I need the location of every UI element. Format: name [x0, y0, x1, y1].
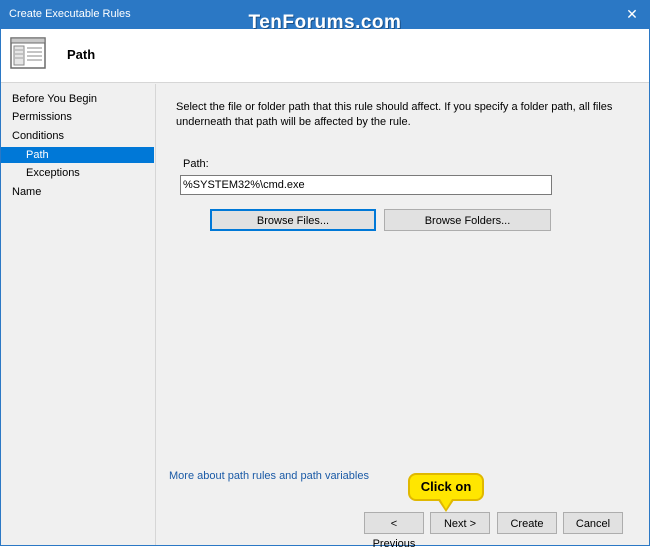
previous-button[interactable]: < Previous — [364, 512, 424, 550]
create-button[interactable]: Create — [497, 512, 557, 534]
browse-folders-button[interactable]: Browse Folders... — [384, 209, 551, 231]
sidebar-item-before-you-begin[interactable]: Before You Begin — [1, 91, 154, 107]
instruction-text: Select the file or folder path that this… — [176, 101, 613, 128]
callout-pointer-fill — [440, 499, 452, 509]
path-label: Path: — [183, 158, 209, 170]
sidebar-item-permissions[interactable]: Permissions — [1, 109, 154, 125]
path-input[interactable] — [180, 175, 552, 195]
cancel-button[interactable]: Cancel — [563, 512, 623, 534]
sidebar-item-exceptions[interactable]: Exceptions — [1, 165, 154, 181]
sidebar-item-name[interactable]: Name — [1, 184, 154, 200]
wizard-header: Path — [1, 29, 649, 83]
sidebar-item-conditions[interactable]: Conditions — [1, 128, 154, 144]
next-button[interactable]: Next > — [430, 512, 490, 534]
path-rules-help-link[interactable]: More about path rules and path variables — [169, 470, 369, 482]
wizard-steps-sidebar: Before You Begin Permissions Conditions … — [1, 84, 156, 545]
page-title: Path — [67, 47, 96, 62]
wizard-page-icon — [10, 37, 46, 69]
wizard-content: Select the file or folder path that this… — [161, 84, 649, 545]
close-icon[interactable]: ✕ — [623, 5, 641, 23]
title-bar[interactable]: Create Executable Rules TenForums.com ✕ — [1, 1, 649, 33]
wizard-window: Create Executable Rules TenForums.com ✕ … — [0, 0, 650, 550]
browse-files-button[interactable]: Browse Files... — [210, 209, 376, 231]
click-on-callout: Click on — [408, 473, 484, 501]
sidebar-item-path[interactable]: Path — [1, 147, 154, 163]
